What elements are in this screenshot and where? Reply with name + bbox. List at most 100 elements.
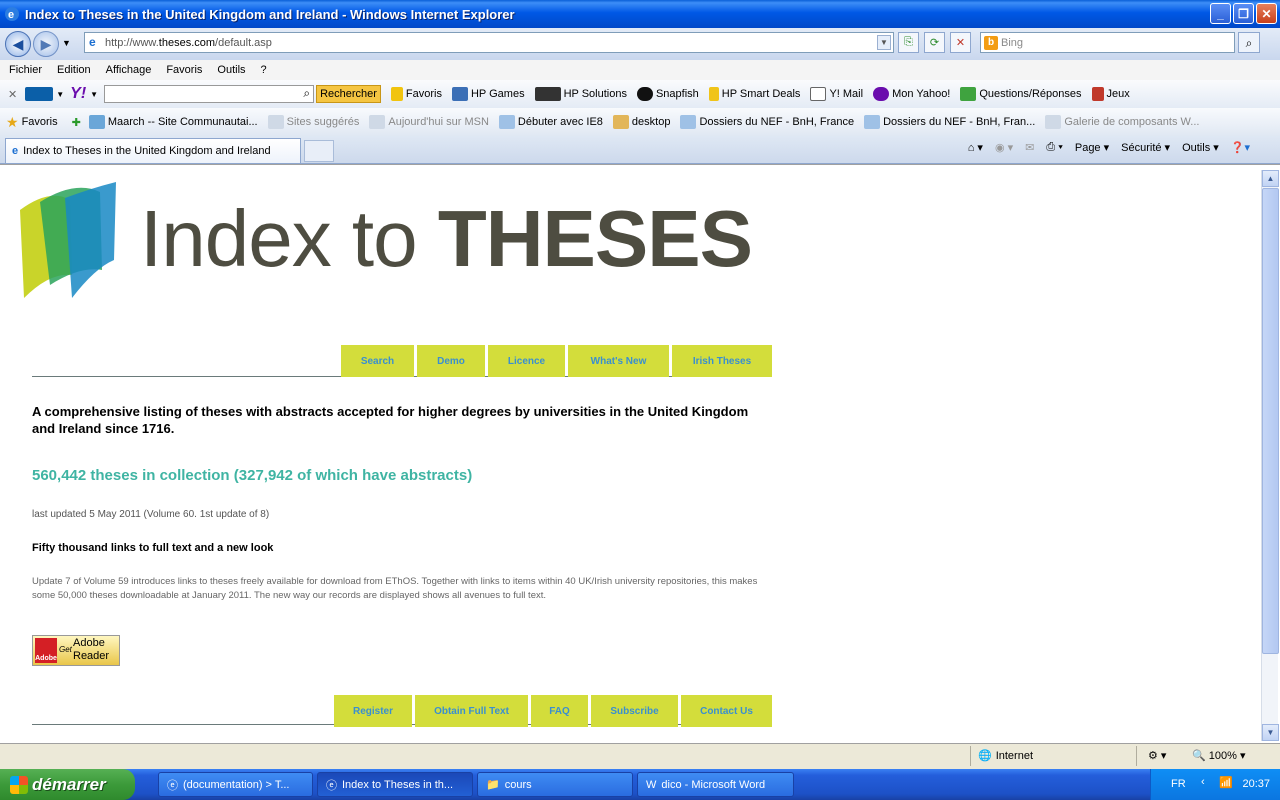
yahoo-dropdown-icon[interactable]: ▼ bbox=[90, 90, 98, 99]
toolbar-questions[interactable]: Questions/Réponses bbox=[960, 87, 1082, 101]
taskbar-word[interactable]: Wdico - Microsoft Word bbox=[637, 772, 794, 797]
zoom-level: 100% bbox=[1208, 750, 1237, 762]
ie-page-icon bbox=[267, 115, 284, 129]
fav-galerie[interactable]: Galerie de composants W... bbox=[1045, 115, 1199, 129]
fav-ie8[interactable]: Débuter avec IE8 bbox=[498, 115, 603, 129]
menu-help[interactable]: ? bbox=[261, 64, 267, 76]
hp-dropdown-icon[interactable]: ▼ bbox=[56, 90, 64, 99]
vertical-scrollbar[interactable]: ▲ ▼ bbox=[1261, 170, 1279, 741]
refresh-button[interactable]: ⟳ bbox=[924, 32, 945, 53]
security-menu[interactable]: Sécurité ▾ bbox=[1121, 141, 1170, 154]
rss-icon[interactable]: ◉ ▾ bbox=[995, 141, 1013, 154]
nav-register[interactable]: Register bbox=[334, 695, 412, 727]
nav-demo[interactable]: Demo bbox=[417, 345, 485, 377]
toolbar-mon-yahoo[interactable]: Mon Yahoo! bbox=[873, 87, 950, 101]
home-icon[interactable]: ⌂ ▾ bbox=[968, 141, 983, 154]
toolbar-ymail[interactable]: Y! Mail bbox=[810, 87, 863, 101]
nav-irish-theses[interactable]: Irish Theses bbox=[672, 345, 772, 377]
close-window-button[interactable]: ✕ bbox=[1256, 3, 1277, 24]
theses-logo-icon[interactable] bbox=[10, 180, 120, 300]
taskbar-index-theses[interactable]: ⓔ Index to Theses in th... bbox=[317, 772, 473, 797]
minimize-button[interactable]: _ bbox=[1210, 3, 1231, 24]
forward-button[interactable]: ▶ bbox=[33, 31, 59, 57]
help-icon[interactable]: ❓▾ bbox=[1231, 141, 1250, 154]
add-favorite-icon[interactable]: ✚ bbox=[72, 116, 81, 129]
scroll-down-icon[interactable]: ▼ bbox=[1262, 724, 1279, 741]
menu-affichage[interactable]: Affichage bbox=[106, 64, 152, 76]
nav-whats-new[interactable]: What's New bbox=[568, 345, 669, 377]
toolbar-close-icon[interactable]: ✕ bbox=[8, 88, 17, 101]
nav-faq[interactable]: FAQ bbox=[531, 695, 588, 727]
nav-contact-us[interactable]: Contact Us bbox=[681, 695, 772, 727]
address-domain: theses.com bbox=[158, 36, 216, 49]
rechercher-button[interactable]: Rechercher bbox=[316, 85, 381, 103]
fav-maarch-label: Maarch -- Site Communautai... bbox=[107, 116, 258, 128]
history-dropdown-icon[interactable]: ▼ bbox=[62, 38, 71, 48]
toolbar-hp-games[interactable]: HP Games bbox=[451, 87, 525, 101]
nav-obtain-full-text[interactable]: Obtain Full Text bbox=[415, 695, 528, 727]
tray-arrow-icon[interactable]: ‹ bbox=[1201, 776, 1205, 788]
taskbar-documentation[interactable]: ⓔ (documentation) > T... bbox=[158, 772, 313, 797]
mail-read-icon[interactable]: ✉ bbox=[1025, 141, 1034, 154]
zoom-control[interactable]: 🔍 100% ▾ bbox=[1192, 749, 1245, 762]
yahoo-logo-icon[interactable]: Y! bbox=[70, 85, 86, 103]
page-menu[interactable]: Page ▾ bbox=[1075, 141, 1109, 154]
nav-subscribe[interactable]: Subscribe bbox=[591, 695, 678, 727]
window-title: Index to Theses in the United Kingdom an… bbox=[25, 6, 515, 22]
scroll-up-icon[interactable]: ▲ bbox=[1262, 170, 1279, 187]
nav-search[interactable]: Search bbox=[341, 345, 414, 377]
address-dropdown-icon[interactable]: ▼ bbox=[877, 35, 891, 50]
toolbar-jeux[interactable]: Jeux bbox=[1091, 87, 1130, 101]
tools-menu[interactable]: Outils ▾ bbox=[1182, 141, 1219, 154]
start-button[interactable]: démarrer bbox=[0, 769, 135, 800]
adobe-line1: Adobe bbox=[73, 637, 105, 649]
scroll-thumb[interactable] bbox=[1262, 188, 1279, 654]
fav-msn[interactable]: Aujourd'hui sur MSN bbox=[369, 115, 489, 129]
toolbar-hp-smart-deals[interactable]: HP Smart Deals bbox=[708, 87, 800, 101]
language-indicator[interactable]: FR bbox=[1171, 778, 1186, 790]
ie-task-icon: ⓔ bbox=[326, 779, 337, 792]
ie8-icon bbox=[498, 115, 515, 129]
address-bar[interactable]: e http://www. theses.com/default.asp ▼ bbox=[84, 32, 894, 53]
maximize-button[interactable]: ❐ bbox=[1233, 3, 1254, 24]
menu-edition[interactable]: Edition bbox=[57, 64, 91, 76]
favorites-bar: ★ Favoris ✚ Maarch -- Site Communautai...… bbox=[0, 108, 1280, 136]
taskbar-cours[interactable]: 📁 cours bbox=[477, 772, 633, 797]
compatibility-button[interactable]: ⎘ bbox=[898, 32, 919, 53]
fav-maarch[interactable]: Maarch -- Site Communautai... bbox=[88, 115, 258, 129]
stop-button[interactable]: ✕ bbox=[950, 32, 971, 53]
stop-icon: ✕ bbox=[955, 37, 966, 49]
last-updated: last updated 5 May 2011 (Volume 60. 1st … bbox=[32, 509, 270, 520]
protected-mode-icon[interactable]: ⚙ ▾ bbox=[1148, 749, 1166, 762]
toolbar-favoris[interactable]: Favoris bbox=[390, 87, 442, 101]
maarch-icon bbox=[88, 115, 105, 129]
tab-active[interactable]: e Index to Theses in the United Kingdom … bbox=[5, 138, 301, 163]
search-button[interactable]: ⌕ bbox=[1238, 32, 1260, 53]
menu-fichier[interactable]: Fichier bbox=[9, 64, 42, 76]
toolbar-snapfish[interactable]: Snapfish bbox=[636, 87, 699, 101]
security-zone[interactable]: 🌐 Internet bbox=[978, 749, 1033, 763]
taskbar: démarrer ⓔ (documentation) > T... ⓔ Index … bbox=[0, 769, 1280, 800]
back-arrow-icon: ◀ bbox=[12, 35, 24, 52]
yahoo-search-input[interactable]: ⌕ bbox=[104, 85, 315, 103]
new-tab-button[interactable] bbox=[304, 140, 334, 162]
nav-licence[interactable]: Licence bbox=[488, 345, 565, 377]
favoris-button[interactable]: ★ Favoris bbox=[6, 114, 58, 131]
print-icon[interactable]: ⎙ ▾ bbox=[1046, 141, 1062, 154]
menu-favoris[interactable]: Favoris bbox=[166, 64, 202, 76]
fav-desktop[interactable]: desktop bbox=[612, 115, 670, 129]
back-button[interactable]: ◀ bbox=[5, 31, 31, 57]
menu-outils[interactable]: Outils bbox=[217, 64, 245, 76]
fav-nef-2[interactable]: Dossiers du NEF - BnH, Fran... bbox=[864, 115, 1035, 129]
search-box[interactable]: b Bing bbox=[980, 32, 1235, 53]
toolbar-hp-solutions[interactable]: HP Solutions bbox=[534, 87, 627, 101]
fav-sites-label: Sites suggérés bbox=[286, 116, 360, 128]
ie-logo-icon: e bbox=[5, 7, 19, 21]
fav-nef-1[interactable]: Dossiers du NEF - BnH, France bbox=[680, 115, 854, 129]
fav-msn-label: Aujourd'hui sur MSN bbox=[388, 116, 489, 128]
lead-text: A comprehensive listing of theses with a… bbox=[32, 404, 749, 436]
hp-logo-icon[interactable] bbox=[25, 87, 54, 101]
get-adobe-reader-button[interactable]: Adobe Get Adobe Reader bbox=[32, 635, 120, 666]
fav-sites-suggeres[interactable]: Sites suggérés bbox=[267, 115, 360, 129]
wifi-icon[interactable]: 📶 bbox=[1219, 776, 1233, 789]
